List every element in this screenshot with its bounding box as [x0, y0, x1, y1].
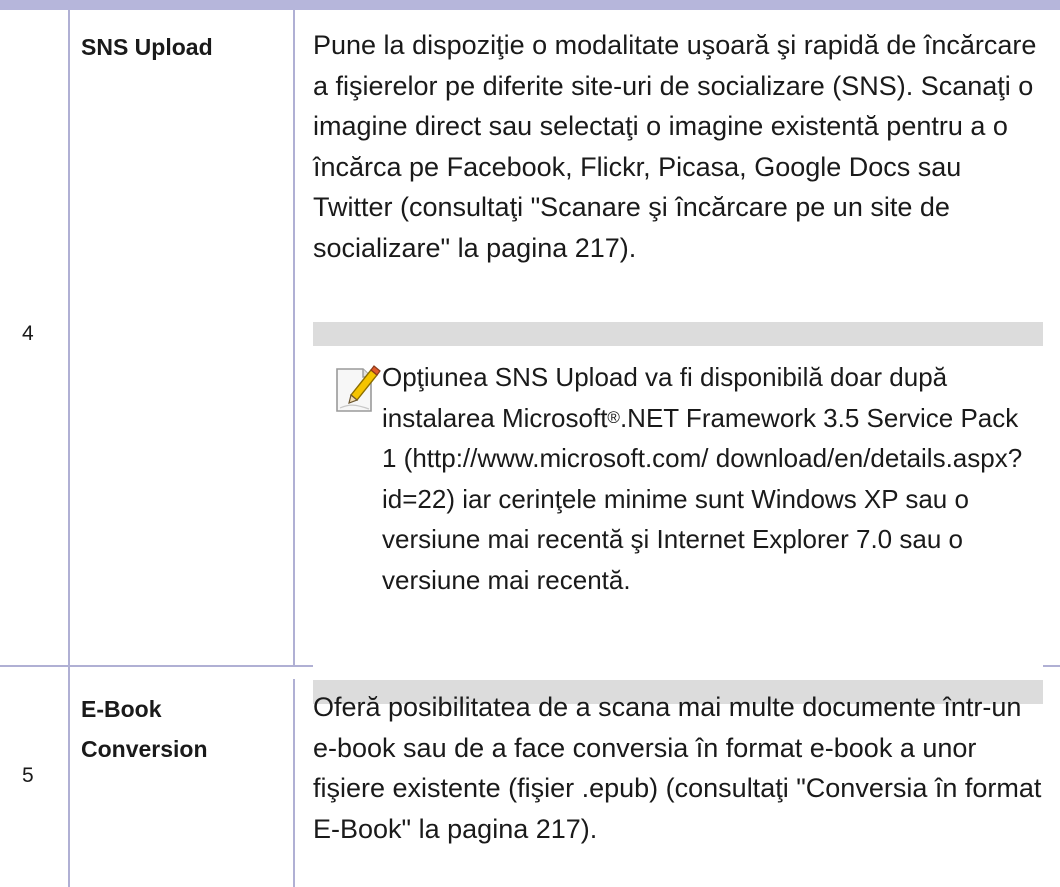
feature-description: Pune la dispoziţie o modalitate uşoară ş…	[313, 30, 1037, 263]
column-divider-feature-row5	[293, 679, 295, 887]
table-left-border	[68, 10, 70, 887]
note-box: Opţiunea SNS Upload va fi disponibilă do…	[313, 322, 1043, 704]
top-rule	[0, 0, 1060, 10]
row-number: 5	[22, 764, 34, 787]
column-divider-feature	[293, 10, 295, 665]
feature-name: SNS Upload	[81, 34, 213, 60]
note-text: Opţiunea SNS Upload va fi disponibilă do…	[382, 357, 1032, 600]
registered-mark: ®	[607, 407, 620, 427]
note-pencil-icon	[336, 365, 381, 412]
feature-name: E-Book Conversion	[81, 696, 208, 762]
row-number: 4	[22, 322, 34, 345]
feature-description: Oferă posibilitatea de a scana mai multe…	[313, 692, 1042, 844]
